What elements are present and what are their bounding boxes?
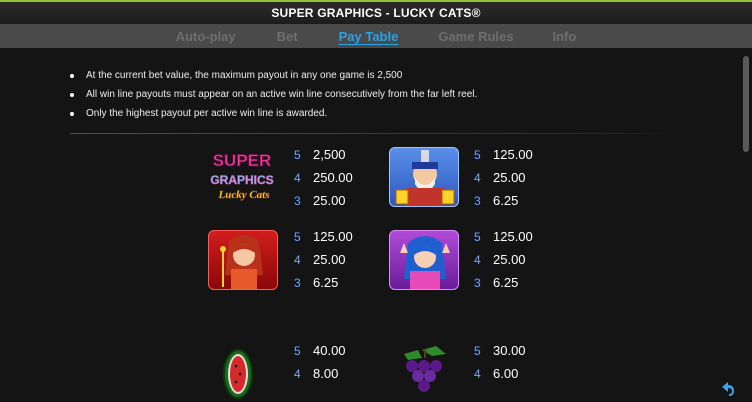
logo-line-1: SUPER <box>213 151 272 170</box>
rules-list: At the current bet value, the maximum pa… <box>70 70 477 127</box>
blue-woman-symbol-icon <box>389 230 459 292</box>
back-arrow-icon[interactable] <box>718 381 736 397</box>
divider <box>70 133 666 134</box>
rule-item: At the current bet value, the maximum pa… <box>70 70 477 89</box>
logo-symbol-icon: SUPER GRAPHICS Lucky Cats <box>207 146 277 208</box>
pay-row: 5 125.00 <box>474 147 533 162</box>
tab-pay-table[interactable]: Pay Table <box>339 29 399 44</box>
rule-item: Only the highest payout per active win l… <box>70 108 477 127</box>
red-woman-symbol-icon <box>208 230 278 292</box>
tab-bar: Auto-play Bet Pay Table Game Rules Info <box>0 24 752 48</box>
grapes-icon <box>392 344 462 402</box>
pay-row: 5 125.00 <box>294 229 353 244</box>
watermelon-icon <box>210 344 280 402</box>
pay-row: 4 250.00 <box>294 170 353 185</box>
pay-row: 5 125.00 <box>474 229 533 244</box>
pay-list: 5 125.00 4 25.00 3 6.25 <box>294 229 353 298</box>
tab-auto-play[interactable]: Auto-play <box>176 29 236 44</box>
tab-game-rules[interactable]: Game Rules <box>438 29 513 44</box>
pay-row: 4 6.00 <box>474 366 519 381</box>
pay-row: 3 6.25 <box>474 275 519 290</box>
samurai-symbol-icon <box>389 147 459 209</box>
pay-list: 5 125.00 4 25.00 3 6.25 <box>474 229 533 298</box>
pay-row: 4 25.00 <box>474 252 526 267</box>
scrollbar[interactable] <box>743 56 749 152</box>
pay-list: 5 40.00 4 8.00 <box>294 343 346 389</box>
pay-row: 4 25.00 <box>294 252 346 267</box>
game-title: SUPER GRAPHICS - LUCKY CATS® <box>271 6 481 20</box>
logo-line-2: GRAPHICS <box>210 173 273 187</box>
rule-item: All win line payouts must appear on an a… <box>70 89 477 108</box>
tab-bet[interactable]: Bet <box>277 29 298 44</box>
pay-list: 5 2,500 4 250.00 3 25.00 <box>294 147 353 216</box>
pay-row: 3 6.25 <box>474 193 519 208</box>
pay-row: 3 6.25 <box>294 275 339 290</box>
pay-list: 5 30.00 4 6.00 <box>474 343 526 389</box>
title-bar: SUPER GRAPHICS - LUCKY CATS® <box>0 0 752 24</box>
pay-row: 4 25.00 <box>474 170 526 185</box>
pay-list: 5 125.00 4 25.00 3 6.25 <box>474 147 533 216</box>
pay-table-panel: At the current bet value, the maximum pa… <box>0 48 752 402</box>
pay-row: 5 40.00 <box>294 343 346 358</box>
pay-row: 4 8.00 <box>294 366 339 381</box>
pay-row: 3 25.00 <box>294 193 346 208</box>
pay-row: 5 2,500 <box>294 147 346 162</box>
logo-line-3: Lucky Cats <box>217 189 269 201</box>
tab-info[interactable]: Info <box>552 29 576 44</box>
pay-row: 5 30.00 <box>474 343 526 358</box>
